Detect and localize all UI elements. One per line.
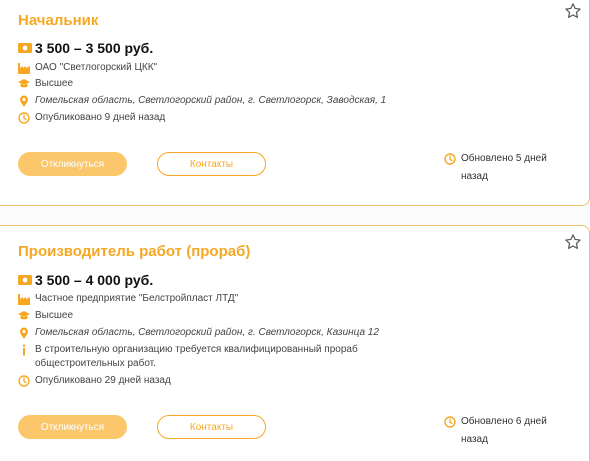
updated-text-line1: Обновлено 6 дней — [461, 416, 547, 427]
address: Гомельская область, Светлогорский район,… — [35, 95, 387, 106]
updated-info: Обновлено 6 дней назад — [444, 413, 564, 449]
salary-text: 3 500 – 4 000 руб. — [35, 272, 154, 288]
address-row: Гомельская область, Светлогорский район,… — [18, 326, 379, 340]
clock-icon — [18, 112, 30, 124]
address: Гомельская область, Светлогорский район,… — [35, 327, 379, 338]
clock-icon — [18, 375, 30, 387]
published-row: Опубликовано 9 дней назад — [18, 111, 165, 125]
education-level: Высшее — [35, 310, 74, 321]
factory-icon — [18, 294, 30, 305]
star-icon[interactable] — [564, 2, 582, 20]
description-line2: общестроительных работ. — [35, 358, 156, 369]
card-separator — [0, 206, 590, 225]
published-date: Опубликовано 9 дней назад — [35, 112, 166, 123]
company-name: Частное предприятие "Белстройпласт ЛТД" — [35, 293, 239, 304]
contacts-button[interactable]: Контакты — [157, 415, 266, 439]
description-line1: В строительную организацию требуется ква… — [35, 344, 358, 355]
salary-text: 3 500 – 3 500 руб. — [35, 40, 154, 56]
published-row: Опубликовано 29 дней назад — [18, 374, 171, 388]
company-row: Частное предприятие "Белстройпласт ЛТД" — [18, 292, 238, 306]
contacts-button[interactable]: Контакты — [157, 152, 266, 176]
money-icon — [18, 275, 32, 285]
info-icon — [23, 344, 25, 356]
vacancy-card: Начальник 3 500 – 3 500 руб. ОАО "Светло… — [0, 0, 590, 206]
factory-icon — [18, 63, 30, 74]
location-pin-icon — [20, 327, 28, 339]
updated-text-line2: назад — [461, 171, 488, 182]
apply-button[interactable]: Откликнуться — [18, 415, 127, 439]
location-pin-icon — [20, 95, 28, 107]
apply-button[interactable]: Откликнуться — [18, 152, 127, 176]
graduation-cap-icon — [18, 79, 30, 88]
salary: 3 500 – 4 000 руб. — [18, 272, 153, 288]
description-row: В строительную организацию требуется ква… — [18, 343, 358, 371]
clock-icon — [444, 416, 456, 428]
company-name: ОАО "Светлогорский ЦКК" — [35, 62, 158, 73]
star-icon[interactable] — [564, 233, 582, 251]
vacancy-title[interactable]: Начальник — [18, 12, 98, 29]
description: В строительную организацию требуется ква… — [35, 343, 358, 371]
education-level: Высшее — [35, 78, 74, 89]
vacancy-title[interactable]: Производитель работ (прораб) — [18, 243, 250, 260]
address-row: Гомельская область, Светлогорский район,… — [18, 94, 386, 108]
clock-icon — [444, 153, 456, 165]
vacancy-card: Производитель работ (прораб) 3 500 – 4 0… — [0, 225, 590, 461]
education-row: Высшее — [18, 309, 73, 323]
updated-text-line1: Обновлено 5 дней — [461, 153, 547, 164]
salary: 3 500 – 3 500 руб. — [18, 40, 153, 56]
education-row: Высшее — [18, 77, 73, 91]
company-row: ОАО "Светлогорский ЦКК" — [18, 61, 157, 75]
updated-text-line2: назад — [461, 434, 488, 445]
graduation-cap-icon — [18, 311, 30, 320]
published-date: Опубликовано 29 дней назад — [35, 375, 171, 386]
updated-info: Обновлено 5 дней назад — [444, 150, 564, 186]
money-icon — [18, 43, 32, 53]
